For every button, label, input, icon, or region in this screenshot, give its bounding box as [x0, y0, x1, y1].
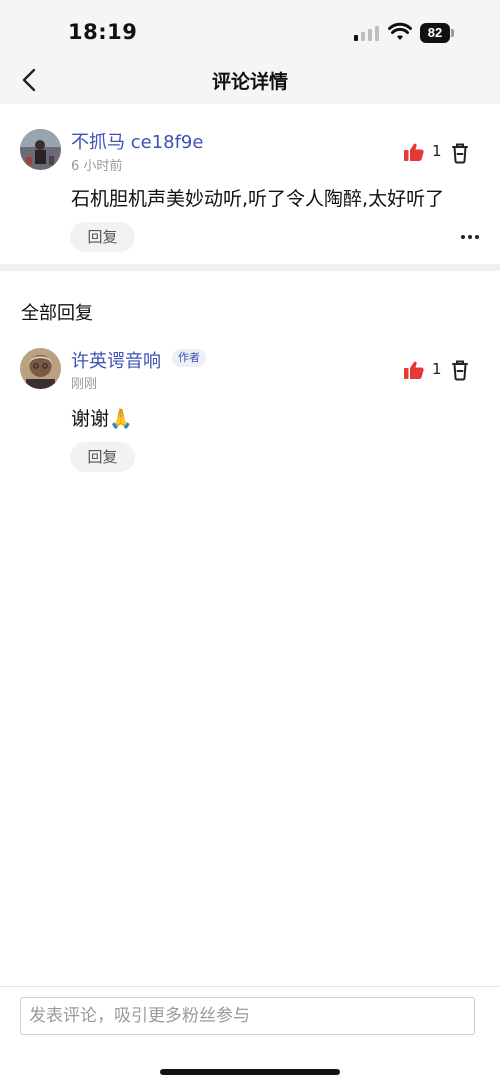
- comment-text: 石机胆机声美妙动听,听了令人陶醉,太好听了: [71, 188, 445, 210]
- home-indicator: [160, 1069, 340, 1075]
- cellular-signal-icon: [354, 25, 380, 41]
- main-comment: 不抓马 ce18f9e 6 小时前 1 石机胆机声美妙动听,听了令人陶醉,太好听…: [0, 104, 500, 264]
- like-button[interactable]: 1: [404, 359, 446, 381]
- reply-time: 刚刚: [71, 377, 98, 392]
- status-time: 18:19: [68, 20, 138, 44]
- nav-bar: 评论详情: [0, 60, 500, 104]
- trash-icon[interactable]: [450, 359, 470, 381]
- wifi-icon: [388, 22, 412, 40]
- reply-button[interactable]: 回复: [70, 442, 135, 472]
- like-count: 1: [432, 360, 442, 378]
- back-icon[interactable]: [16, 64, 44, 96]
- like-button[interactable]: 1: [404, 141, 446, 163]
- comment-input-bar: [0, 986, 500, 1083]
- comment-username[interactable]: 不抓马 ce18f9e: [71, 128, 203, 154]
- thumbs-up-icon: [404, 361, 424, 379]
- comment-time: 6 小时前: [71, 159, 123, 174]
- reply-button[interactable]: 回复: [70, 222, 135, 252]
- comment-detail-screen: 18:19 82 评论详情 不抓马 ce18f9e 6 小时前 1 石机胆机声美…: [0, 0, 500, 1083]
- avatar[interactable]: [20, 348, 61, 389]
- comment-input[interactable]: [20, 997, 475, 1035]
- section-divider: [0, 264, 500, 271]
- reply-text: 谢谢🙏: [71, 408, 133, 430]
- reply-username[interactable]: 许英谔音响: [71, 347, 161, 373]
- avatar[interactable]: [20, 129, 61, 170]
- thumbs-up-icon: [404, 143, 424, 161]
- more-icon[interactable]: [461, 235, 481, 241]
- trash-icon[interactable]: [450, 142, 470, 164]
- battery-icon: 82: [420, 23, 454, 43]
- like-count: 1: [432, 142, 442, 160]
- battery-level: 82: [420, 23, 450, 43]
- page-title: 评论详情: [211, 71, 288, 93]
- author-badge: 作者: [172, 349, 206, 367]
- status-bar: 18:19 82: [0, 0, 500, 60]
